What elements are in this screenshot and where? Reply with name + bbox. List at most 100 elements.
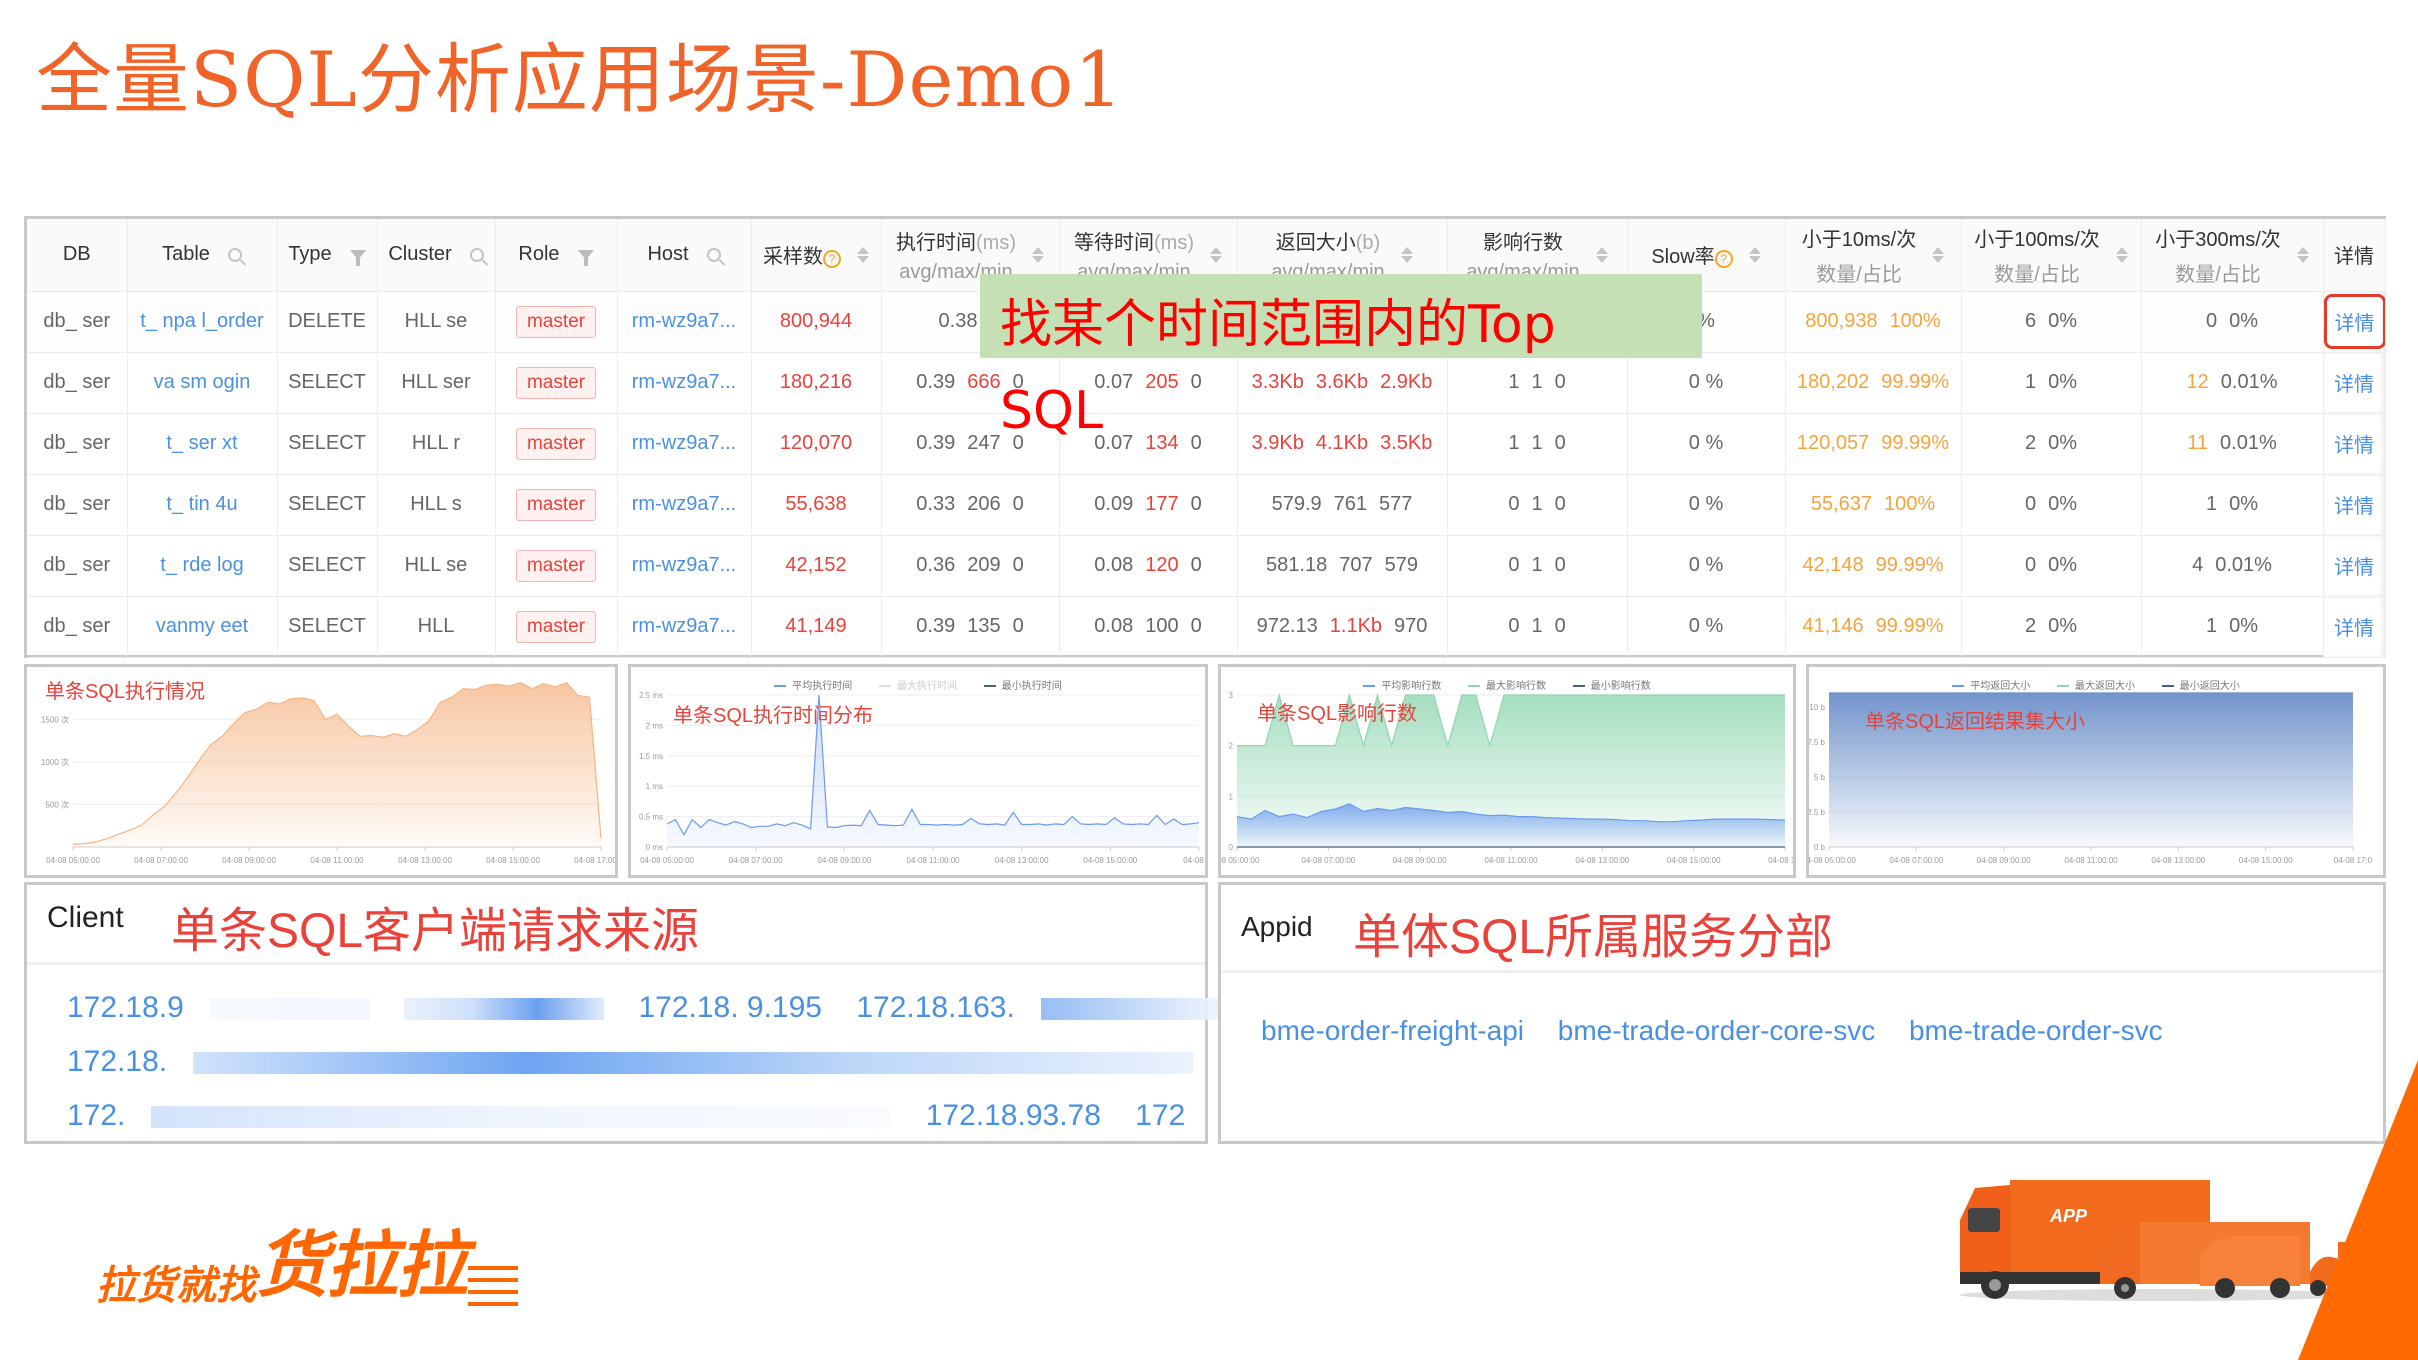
sort-caret-icon[interactable] xyxy=(1209,246,1222,263)
size-max: 761 xyxy=(1333,493,1368,515)
x-tick-label: 04-08 07:00:00 xyxy=(1889,856,1943,865)
client-ip-link[interactable]: 172 xyxy=(1135,1099,1185,1132)
y-tick-label: 2 xyxy=(1229,742,1234,751)
table-row[interactable]: db_ ser vanmy eet SELECT HLL master rm-wz9a7.… xyxy=(27,596,2386,658)
table-cell: db_ ser xyxy=(27,474,128,536)
appid-link[interactable]: bme-trade-order-svc xyxy=(1909,1015,2163,1046)
sort-caret-icon[interactable] xyxy=(1595,246,1608,263)
wait-max: 177 xyxy=(1145,493,1179,515)
host-link[interactable]: rm-wz9a7... xyxy=(632,310,736,332)
x-tick-label: 04-08 09:00:00 xyxy=(817,856,871,865)
search-icon[interactable] xyxy=(227,247,242,262)
wait-avg: 0.08 xyxy=(1094,554,1134,576)
type-cell: SELECT xyxy=(288,554,366,576)
host-link[interactable]: rm-wz9a7... xyxy=(632,371,736,393)
column-header[interactable]: Role xyxy=(495,219,618,292)
sort-caret-icon[interactable] xyxy=(1748,246,1761,263)
sort-caret-icon[interactable] xyxy=(2296,246,2309,263)
table-cell: HLL se xyxy=(377,535,496,597)
lt300-ratio: 0% xyxy=(2229,310,2259,332)
table-link[interactable]: vanmy eet xyxy=(156,615,248,637)
host-link[interactable]: rm-wz9a7... xyxy=(632,432,736,454)
sort-caret-icon[interactable] xyxy=(1400,246,1413,263)
slow-rate: 0 % xyxy=(1688,371,1724,393)
column-header[interactable]: 小于300ms/次 数量/占比 xyxy=(2141,219,2324,292)
samples-cell: 42,152 xyxy=(785,554,847,576)
client-ip-row: 172.18.9 172.18. 9.195 172.18.163. 168.9… xyxy=(67,991,1403,1025)
column-header[interactable]: Host xyxy=(617,219,752,292)
filter-icon[interactable] xyxy=(349,249,366,266)
search-icon[interactable] xyxy=(706,247,721,262)
detail-link[interactable]: 详情 xyxy=(2334,496,2374,518)
lt300-count: 11 xyxy=(2187,432,2209,454)
detail-link[interactable]: 详情 xyxy=(2334,374,2374,396)
detail-link[interactable]: 详情 xyxy=(2334,557,2374,579)
size-min: 970 xyxy=(1394,615,1428,637)
table-link[interactable]: va sm ogin xyxy=(154,371,251,393)
sort-caret-icon[interactable] xyxy=(1932,246,1945,263)
lt300-count: 12 xyxy=(2186,371,2209,393)
host-link[interactable]: rm-wz9a7... xyxy=(632,615,736,637)
table-cell: 41,149 xyxy=(751,596,882,658)
table-row[interactable]: db_ ser t_ tin 4u SELECT HLL s master rm-wz9a… xyxy=(27,474,2386,536)
host-link[interactable]: rm-wz9a7... xyxy=(632,493,736,515)
x-tick-label: 04-08 11:00:00 xyxy=(310,856,364,865)
lt100-ratio: 0% xyxy=(2048,615,2078,637)
sort-caret-icon[interactable] xyxy=(1031,246,1044,263)
column-header[interactable]: Table xyxy=(127,219,278,292)
table-cell: 详情 xyxy=(2323,352,2386,414)
column-header[interactable]: Cluster xyxy=(377,219,496,292)
client-ip-link[interactable]: 172. xyxy=(67,1099,125,1132)
help-icon[interactable]: ? xyxy=(1714,250,1733,269)
exec-avg: 0.33 xyxy=(916,493,956,515)
wait-max: 100 xyxy=(1145,615,1179,637)
table-cell: SELECT xyxy=(277,413,378,475)
table-cell: 42,152 xyxy=(751,535,882,597)
column-header[interactable]: 采样数? xyxy=(751,219,882,292)
y-tick-label: 1 ms xyxy=(646,782,663,791)
help-icon[interactable]: ? xyxy=(823,250,841,269)
table-cell: 41,146 99.99% xyxy=(1785,596,1962,658)
client-panel-header: Client 单条SQL客户端请求来源 xyxy=(27,885,1205,965)
detail-link[interactable]: 详情 xyxy=(2334,618,2374,640)
y-tick-label: 1500 次 xyxy=(41,714,69,724)
table-link[interactable]: t_ tin 4u xyxy=(166,493,237,515)
detail-link[interactable]: 详情 xyxy=(2334,435,2374,457)
search-icon[interactable] xyxy=(469,247,484,262)
detail-link[interactable]: 详情 xyxy=(2335,313,2375,335)
column-header: DB xyxy=(27,219,128,292)
legend-item: 平均执行时间 xyxy=(774,681,852,692)
client-ip-link[interactable]: 172.18.9 xyxy=(67,991,184,1024)
y-tick-label: 2.5 ms xyxy=(639,691,663,700)
x-tick-label: 04-08 05:00:00 xyxy=(1809,856,1856,865)
appid-link[interactable]: bme-trade-order-core-svc xyxy=(1558,1015,1875,1046)
table-cell: 0.08 100 0 xyxy=(1059,596,1238,658)
sort-caret-icon[interactable] xyxy=(857,246,869,263)
chart-title: 单条SQL返回结果集大小 xyxy=(1865,711,2086,733)
client-ip-link[interactable]: 172.18. xyxy=(67,1045,167,1078)
filter-icon[interactable] xyxy=(577,249,594,266)
client-ip-link[interactable]: 172.18.93.78 xyxy=(926,1099,1101,1132)
table-cell: rm-wz9a7... xyxy=(617,352,752,414)
column-label: Type xyxy=(288,243,332,266)
appid-link[interactable]: bme-order-freight-api xyxy=(1261,1015,1524,1046)
table-cell: master xyxy=(495,413,618,475)
column-label: 执行时间 xyxy=(896,231,976,254)
column-header[interactable]: 小于10ms/次 数量/占比 xyxy=(1785,219,1962,292)
client-ip-link[interactable]: 172.18. 9.195 xyxy=(638,991,822,1024)
client-ip-link[interactable]: 172.18.163. xyxy=(856,991,1014,1024)
host-link[interactable]: rm-wz9a7... xyxy=(632,554,736,576)
column-header[interactable]: Type xyxy=(277,219,378,292)
table-link[interactable]: t_ ser xt xyxy=(166,432,237,454)
table-cell: t_ ser xt xyxy=(127,413,278,475)
column-header[interactable]: 小于100ms/次 数量/占比 xyxy=(1961,219,2142,292)
table-row[interactable]: db_ ser t_ rde log SELECT HLL se master rm-wz… xyxy=(27,535,2386,597)
table-link[interactable]: t_ npa l_order xyxy=(140,310,263,332)
y-tick-label: 5 b xyxy=(1814,773,1826,782)
x-tick-label: 04-08 17 xyxy=(1183,856,1205,865)
table-cell: 0.36 209 0 xyxy=(881,535,1060,597)
appid-title: Appid xyxy=(1241,911,1313,942)
table-cell: HLL se xyxy=(377,291,496,353)
sort-caret-icon[interactable] xyxy=(2115,246,2128,263)
table-link[interactable]: t_ rde log xyxy=(160,554,243,576)
